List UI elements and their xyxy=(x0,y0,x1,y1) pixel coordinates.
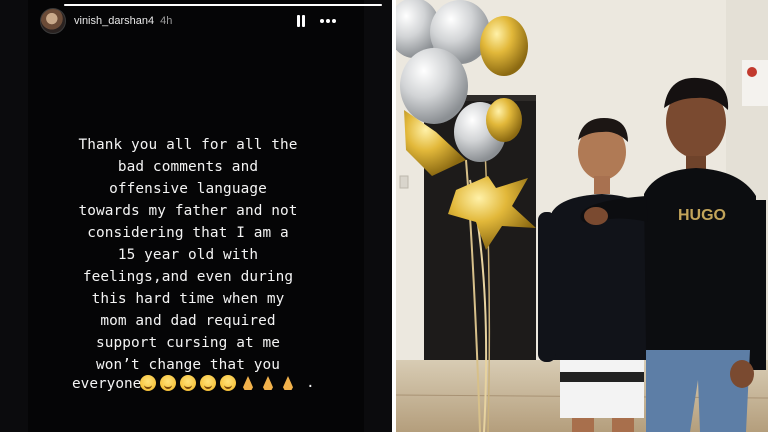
photo-balloons-two-people: HUGO xyxy=(396,0,768,432)
story-username[interactable]: vinish_darshan4 xyxy=(74,15,154,27)
story-message-closing: everyone . xyxy=(32,373,344,395)
folded-hands-icon xyxy=(260,375,276,391)
smiling-face-icon xyxy=(200,375,216,391)
story-time-ago: 4h xyxy=(160,15,173,27)
shirt-logo-text: HUGO xyxy=(678,207,726,224)
smiling-face-icon xyxy=(160,375,176,391)
story-panel: vinish_darshan4 4h Thank you all for all… xyxy=(0,0,392,432)
emoji-sequence: . xyxy=(140,375,315,391)
profile-avatar[interactable] xyxy=(40,8,66,34)
story-progress-bar xyxy=(64,4,382,6)
story-progress-fill xyxy=(64,4,382,6)
story-message: Thank you all for all the bad comments a… xyxy=(78,137,298,373)
story-card[interactable]: vinish_darshan4 4h Thank you all for all… xyxy=(28,0,382,432)
photo-panel: HUGO xyxy=(396,0,768,432)
story-controls xyxy=(296,15,336,27)
story-closing-word: everyone xyxy=(72,376,142,392)
folded-hands-icon xyxy=(280,375,296,391)
closing-punctuation: . xyxy=(306,375,315,391)
smiling-face-icon xyxy=(180,375,196,391)
more-options-icon[interactable] xyxy=(320,19,336,23)
story-header: vinish_darshan4 4h xyxy=(40,8,336,34)
folded-hands-icon xyxy=(240,375,256,391)
pause-icon[interactable] xyxy=(296,15,306,27)
smiling-face-icon xyxy=(220,375,236,391)
smiling-face-icon xyxy=(140,375,156,391)
